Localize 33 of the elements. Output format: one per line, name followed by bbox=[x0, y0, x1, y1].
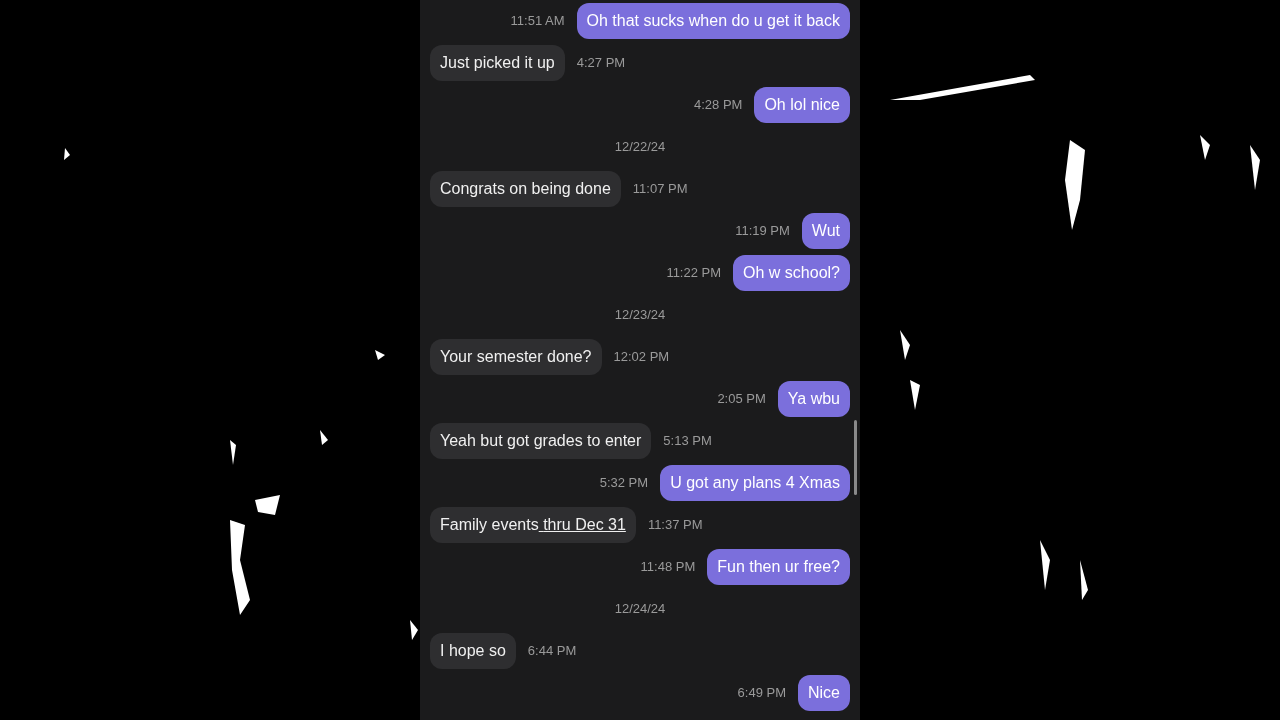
message-bubble: Ya wbu bbox=[777, 381, 850, 417]
message-bubble: Congrats on being done bbox=[430, 171, 621, 207]
date-link[interactable]: thru Dec 31 bbox=[538, 513, 626, 537]
message-time: 5:32 PM bbox=[599, 474, 649, 493]
message-bubble: Yeah but got grades to enter bbox=[430, 423, 652, 459]
date-separator: 12/22/24 bbox=[614, 138, 666, 157]
message-bubble: U got any plans 4 Xmas bbox=[660, 465, 850, 501]
date-separator: 12/23/24 bbox=[614, 306, 666, 325]
message-bubble: Oh lol nice bbox=[754, 87, 850, 123]
message-time: 6:49 PM bbox=[737, 684, 786, 703]
message-bubble: Oh that sucks when do u get it back bbox=[576, 3, 850, 39]
message-time: 11:37 PM bbox=[647, 516, 703, 535]
scroll-bar[interactable] bbox=[854, 420, 857, 495]
message-time: 5:13 PM bbox=[663, 432, 712, 451]
message-bubble: Oh w school? bbox=[733, 255, 850, 291]
message-time: 6:44 PM bbox=[527, 642, 577, 661]
message-time: 11:48 PM bbox=[640, 558, 696, 577]
message-time: 11:07 PM bbox=[632, 180, 688, 199]
message-time: 12:02 PM bbox=[613, 348, 670, 367]
message-time: 11:19 PM bbox=[735, 222, 790, 241]
message-bubble: Just picked it up bbox=[430, 45, 565, 81]
message-bubble: Wut bbox=[801, 213, 850, 249]
message-time: 11:51 AM bbox=[510, 12, 565, 31]
message-bubble: Your semester done? bbox=[430, 339, 602, 375]
message-bubble: Nice bbox=[798, 675, 850, 711]
message-time: 4:28 PM bbox=[694, 96, 743, 115]
message-time: 11:22 PM bbox=[666, 264, 722, 283]
message-bubble: I hope so bbox=[430, 633, 516, 669]
message-time: 4:27 PM bbox=[576, 54, 626, 73]
message-bubble: Fun then ur free? bbox=[707, 549, 850, 585]
date-separator: 12/24/24 bbox=[614, 600, 666, 619]
message-time: 2:05 PM bbox=[717, 390, 766, 409]
message-bubble: Family events thru Dec 31 bbox=[430, 507, 636, 543]
